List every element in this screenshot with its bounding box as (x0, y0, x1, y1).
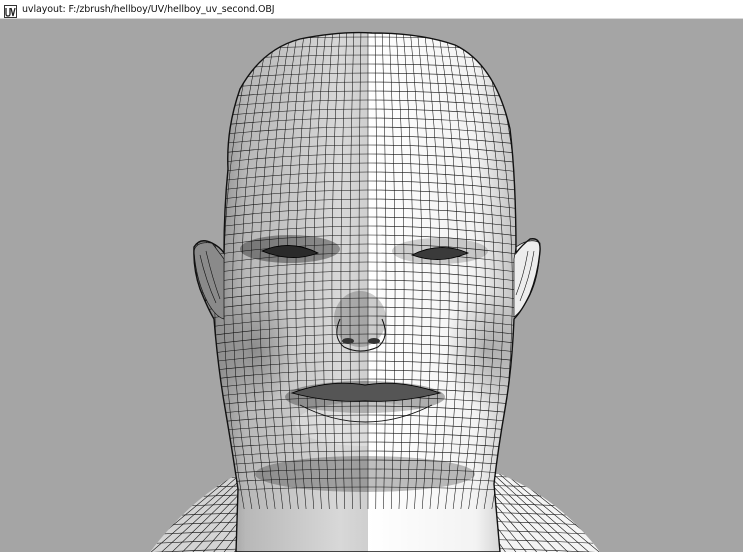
head-wireframe-model[interactable] (0, 19, 743, 552)
uvlayout-app-icon (4, 3, 17, 18)
window-title: uvlayout: F:/zbrush/hellboy/UV/hellboy_u… (22, 3, 275, 15)
3d-viewport[interactable] (0, 19, 743, 552)
title-bar[interactable]: uvlayout: F:/zbrush/hellboy/UV/hellboy_u… (0, 0, 743, 19)
head-mesh (193, 32, 541, 552)
app-window: uvlayout: F:/zbrush/hellboy/UV/hellboy_u… (0, 0, 743, 552)
right-ear (513, 240, 541, 318)
